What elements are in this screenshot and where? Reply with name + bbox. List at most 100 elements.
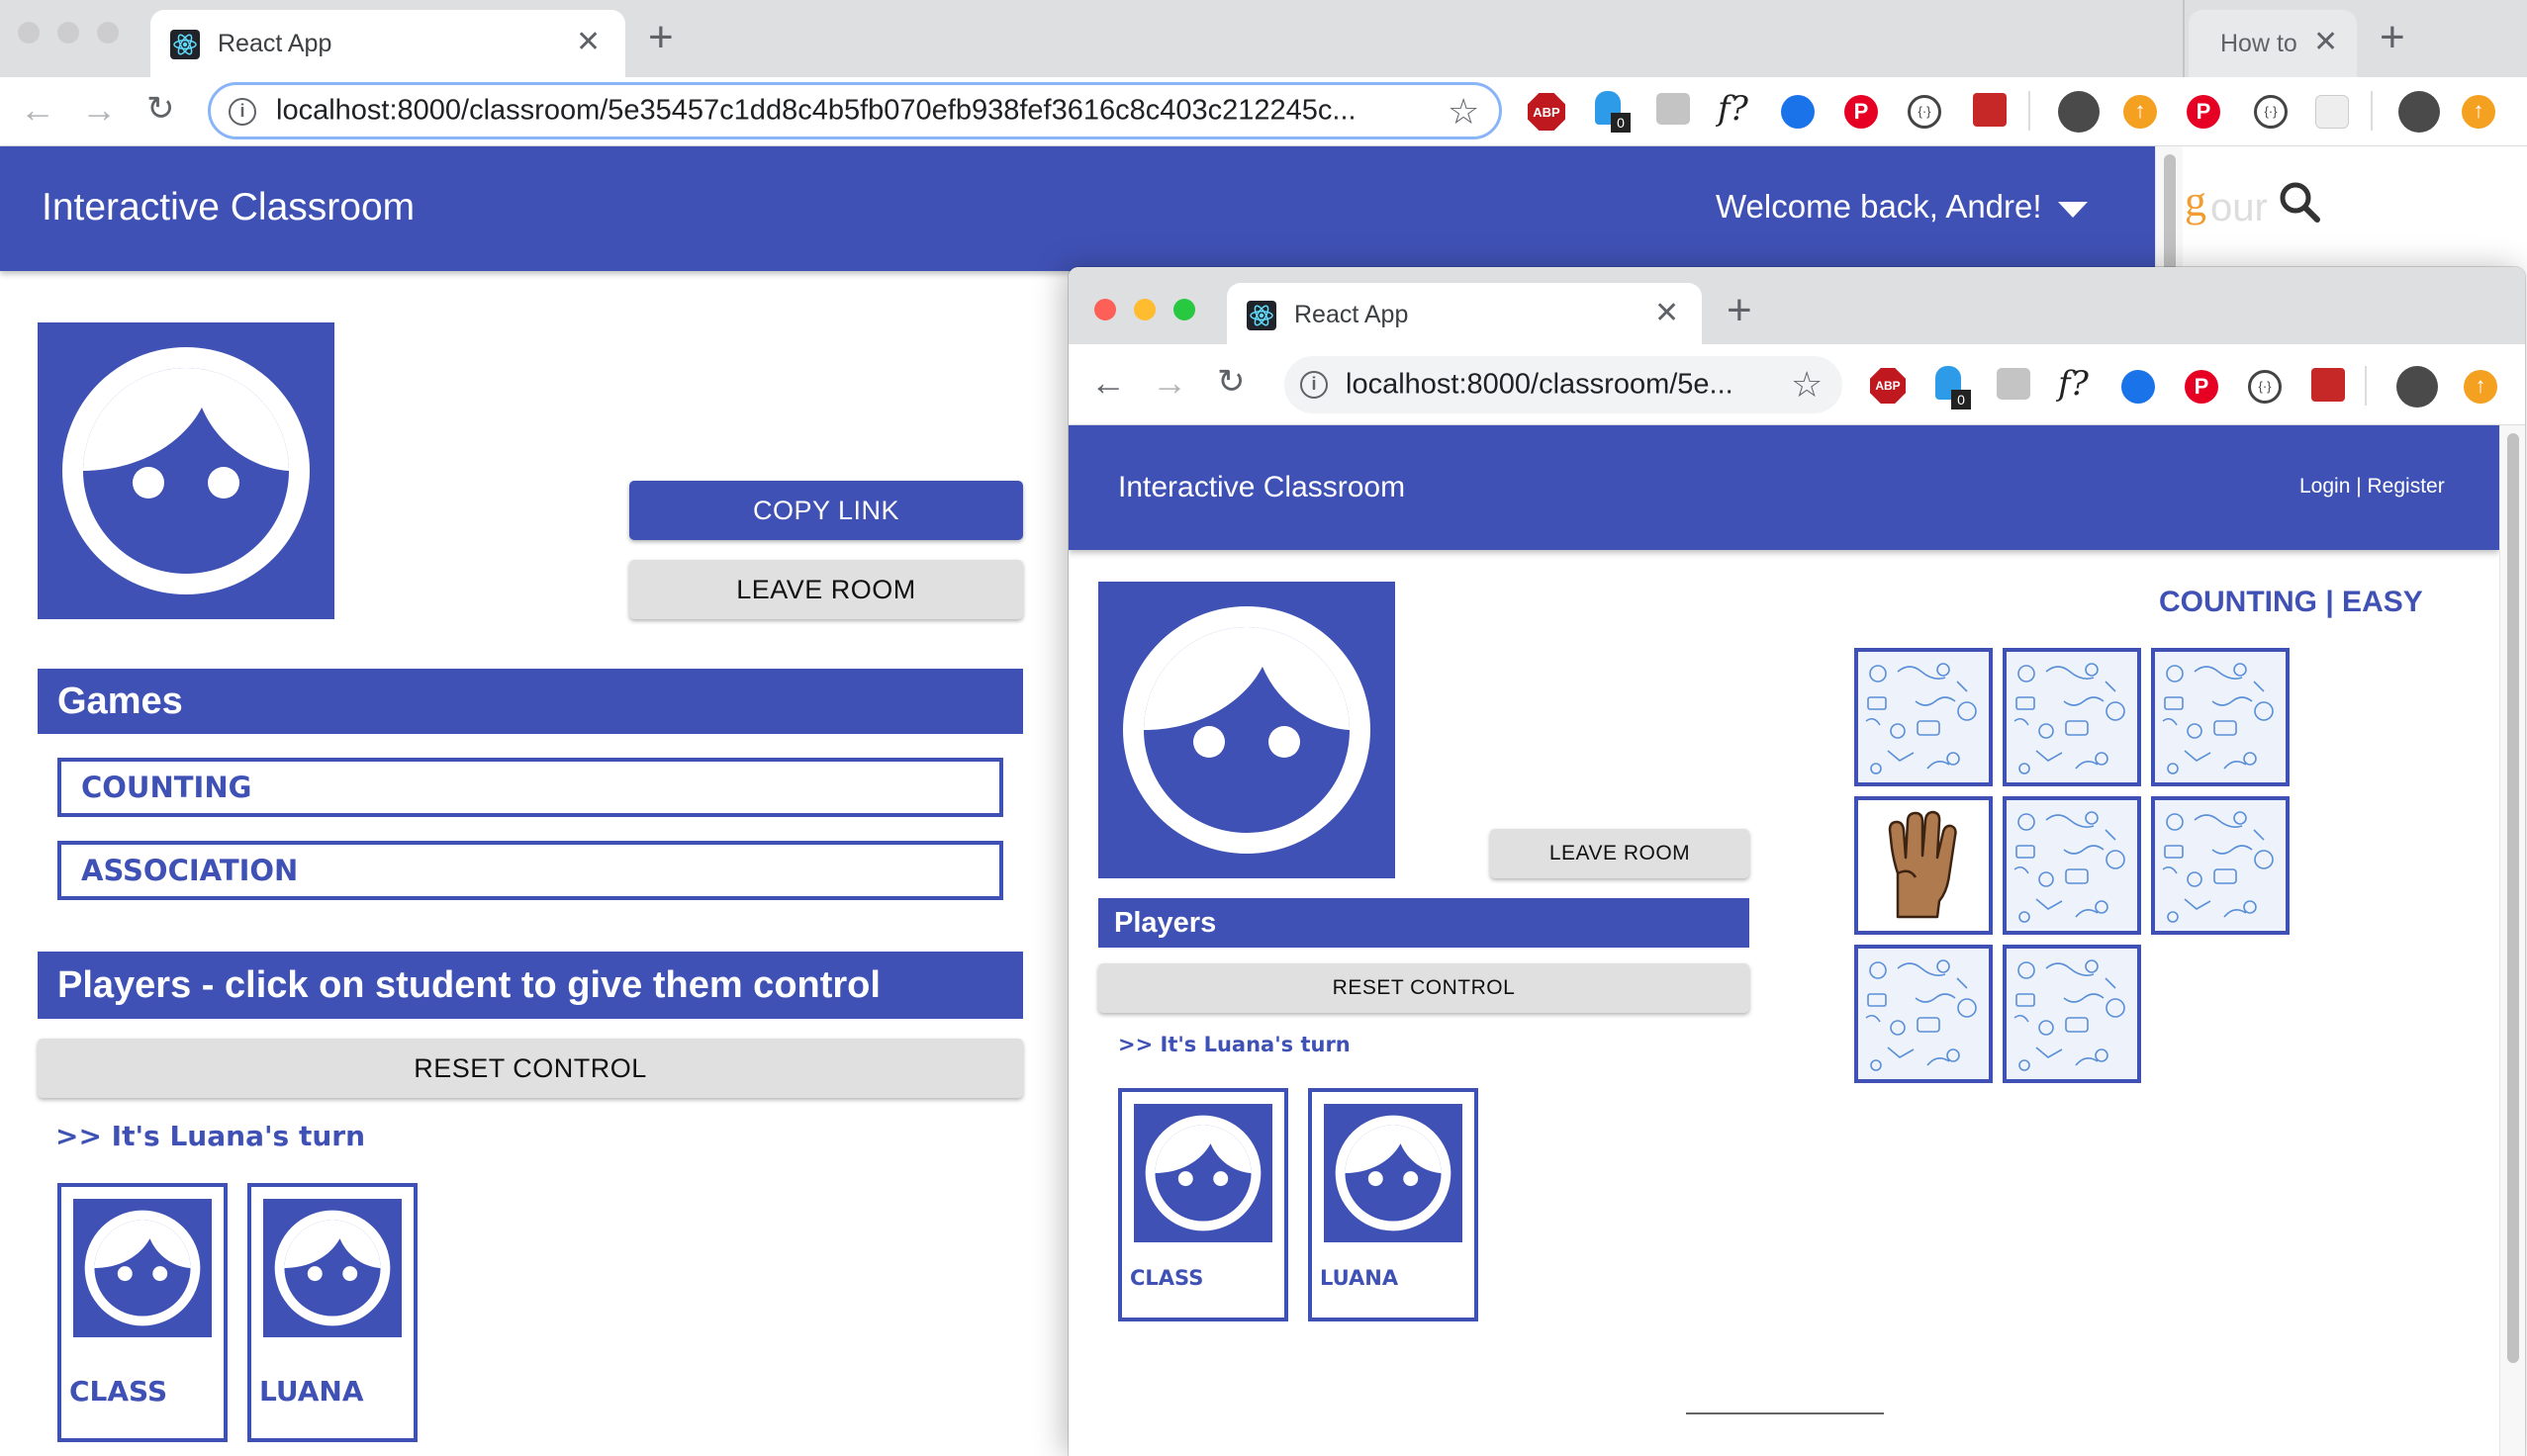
formula-extension-icon[interactable]: f? — [1718, 89, 1748, 129]
upload-extension-icon[interactable]: ↑ — [2464, 370, 2497, 404]
player-avatar — [1324, 1104, 1462, 1242]
pinterest-icon[interactable]: P — [2185, 370, 2218, 404]
turn-indicator: >> It's Luana's turn — [1118, 1033, 1351, 1056]
bookmark-star-icon[interactable]: ☆ — [1448, 91, 1479, 133]
leave-room-button[interactable]: LEAVE ROOM — [1490, 829, 1749, 878]
scrollbar-thumb[interactable] — [2507, 433, 2519, 1363]
extension-badge: 0 — [1611, 113, 1631, 133]
close-tab-icon[interactable]: ✕ — [2313, 28, 2338, 57]
url-text: localhost:8000/classroom/5e35457c1dd8c4b… — [276, 94, 1357, 127]
face-icon — [274, 1210, 391, 1326]
player-name: LUANA — [259, 1375, 364, 1408]
dropdown-caret-icon[interactable] — [2058, 202, 2088, 220]
tab-title: React App — [218, 30, 332, 57]
briefcase-icon[interactable] — [1656, 93, 1690, 125]
forward-arrow-icon[interactable]: → — [81, 89, 117, 131]
profile-avatar[interactable] — [2058, 91, 2100, 133]
search-icon[interactable] — [2278, 180, 2321, 224]
adblock-icon[interactable]: ABP — [1528, 93, 1565, 131]
red-extension-icon[interactable] — [2311, 368, 2345, 402]
tab-react-app[interactable]: React App ✕ — [150, 10, 625, 77]
hand-four-fingers-icon — [1888, 810, 1957, 919]
close-window-button[interactable] — [1094, 299, 1116, 320]
memory-tile-hidden[interactable] — [2151, 648, 2290, 786]
zoom-window-button[interactable] — [97, 22, 119, 44]
minimize-window-button[interactable] — [57, 22, 79, 44]
player-name: CLASS — [69, 1375, 168, 1408]
pinterest-icon[interactable]: P — [2187, 95, 2220, 129]
back-toolbar: ← → ↻ i localhost:8000/classroom/5e35457… — [0, 77, 2527, 146]
player-avatar — [73, 1199, 212, 1337]
memory-tile-hidden[interactable] — [2151, 796, 2290, 935]
minimize-window-button[interactable] — [1134, 299, 1156, 320]
app-title: Interactive Classroom — [1118, 471, 1406, 503]
new-tab-button[interactable]: + — [648, 16, 674, 59]
zoom-window-button[interactable] — [1173, 299, 1195, 320]
close-tab-icon[interactable]: ✕ — [1654, 299, 1679, 328]
address-bar[interactable]: i localhost:8000/classroom/5e35457c1dd8c… — [208, 82, 1502, 139]
tab-react-app[interactable]: React App ✕ — [1227, 283, 1702, 344]
player-card-luana[interactable]: LUANA — [247, 1183, 418, 1442]
welcome-menu[interactable]: Welcome back, Andre! — [1716, 188, 2042, 226]
leave-room-button[interactable]: LEAVE ROOM — [629, 560, 1023, 619]
face-icon — [1335, 1115, 1451, 1231]
reload-icon[interactable]: ↻ — [146, 89, 175, 129]
login-register-link[interactable]: Login | Register — [2299, 475, 2445, 499]
memory-board — [1854, 648, 2290, 1083]
scrollbar-thumb[interactable] — [2164, 154, 2176, 273]
adblock-icon[interactable]: ABP — [1870, 368, 1906, 404]
address-bar[interactable]: i localhost:8000/classroom/5e... ☆ — [1284, 356, 1842, 413]
memory-tile-hidden[interactable] — [2003, 945, 2141, 1083]
back-arrow-icon[interactable]: ← — [20, 89, 55, 131]
reset-control-button[interactable]: RESET CONTROL — [38, 1039, 1023, 1098]
game-counting[interactable]: COUNTING — [57, 758, 1003, 817]
code-extension-icon[interactable]: {·} — [2254, 95, 2288, 129]
close-window-button[interactable] — [18, 22, 40, 44]
student-scrollbar[interactable] — [2499, 425, 2525, 1456]
front-toolbar: ← → ↻ i localhost:8000/classroom/5e... ☆… — [1069, 344, 2525, 425]
player-card-class[interactable]: CLASS — [1118, 1088, 1288, 1321]
reset-control-button[interactable]: RESET CONTROL — [1098, 963, 1749, 1013]
info-icon[interactable]: i — [1300, 371, 1328, 399]
forward-arrow-icon[interactable]: → — [1152, 362, 1187, 404]
info-icon[interactable]: i — [229, 98, 256, 126]
copy-link-button[interactable]: COPY LINK — [629, 481, 1023, 540]
bird-extension-icon[interactable] — [2121, 370, 2155, 404]
upload-extension-icon[interactable]: ↑ — [2123, 95, 2157, 129]
player-name: CLASS — [1130, 1266, 1204, 1290]
red-extension-icon[interactable] — [1973, 93, 2007, 127]
briefcase-icon[interactable] — [1997, 368, 2030, 400]
game-association[interactable]: ASSOCIATION — [57, 841, 1003, 900]
memory-tile-hidden[interactable] — [1854, 945, 1993, 1083]
player-card-class[interactable]: CLASS — [57, 1183, 228, 1442]
formula-extension-icon[interactable]: f? — [2058, 364, 2089, 404]
memory-tile-hidden[interactable] — [1854, 648, 1993, 786]
toolbar-divider — [2371, 91, 2373, 131]
memory-tile-hidden[interactable] — [2003, 796, 2141, 935]
profile-avatar[interactable] — [2398, 91, 2440, 133]
face-icon — [1145, 1115, 1262, 1231]
back-arrow-icon[interactable]: ← — [1090, 362, 1126, 404]
close-tab-icon[interactable]: ✕ — [576, 28, 601, 57]
new-tab-button[interactable]: + — [1727, 289, 1752, 332]
new-tab-button[interactable]: + — [2380, 16, 2405, 59]
app-title: Interactive Classroom — [42, 186, 416, 228]
student-avatar — [1098, 582, 1395, 878]
memory-tile-revealed[interactable] — [1854, 796, 1993, 935]
player-card-luana[interactable]: LUANA — [1308, 1088, 1478, 1321]
student-app-bar: Interactive Classroom Login | Register — [1069, 425, 2499, 550]
tab-how-to[interactable]: How to ✕ — [2189, 10, 2357, 77]
upload-extension-icon[interactable]: ↑ — [2462, 95, 2495, 129]
teacher-avatar — [38, 322, 334, 619]
react-devtools-icon[interactable] — [2315, 95, 2349, 129]
code-extension-icon[interactable]: {·} — [1908, 95, 1941, 129]
bird-extension-icon[interactable] — [1781, 95, 1815, 129]
pinterest-icon[interactable]: P — [1844, 95, 1878, 129]
window-divider — [2183, 0, 2185, 77]
memory-tile-hidden[interactable] — [2003, 648, 2141, 786]
bookmark-star-icon[interactable]: ☆ — [1791, 364, 1823, 406]
footer-rule — [1686, 1412, 1884, 1414]
code-extension-icon[interactable]: {·} — [2248, 370, 2282, 404]
reload-icon[interactable]: ↻ — [1217, 362, 1246, 402]
profile-avatar[interactable] — [2396, 366, 2438, 408]
